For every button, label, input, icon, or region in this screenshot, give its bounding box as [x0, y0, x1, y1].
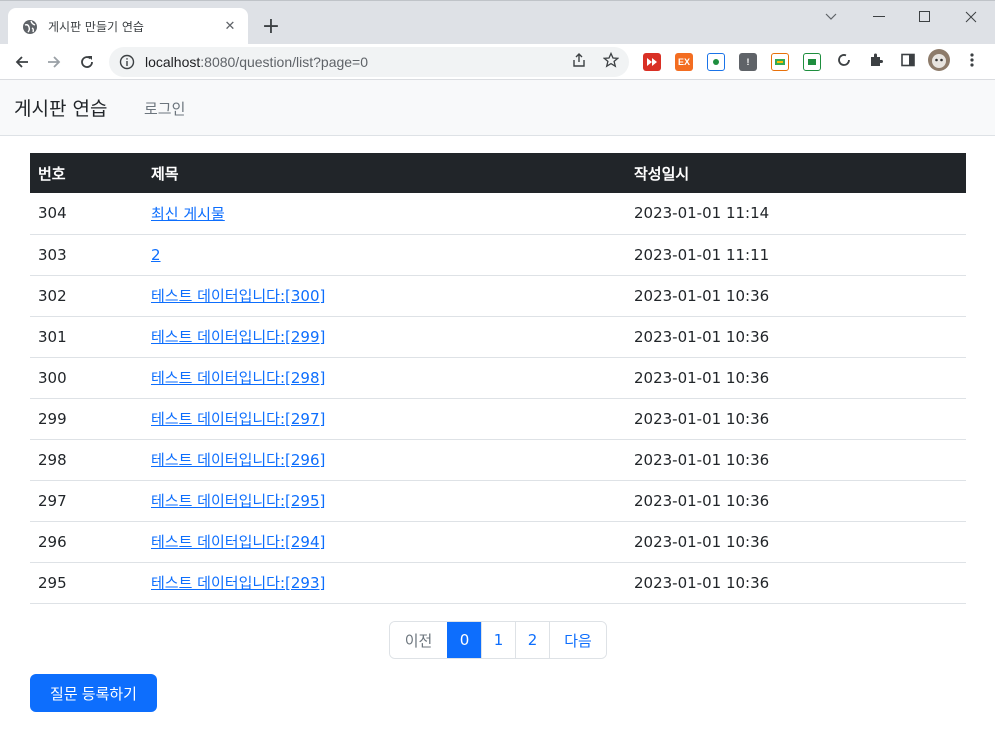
header-date: 작성일시 [634, 164, 690, 183]
row-subject-cell: 테스트 데이터입니다:[296] [143, 439, 626, 481]
extensions-icon[interactable] [867, 51, 885, 69]
row-number: 296 [30, 521, 143, 563]
pagination-page[interactable]: 0 [447, 622, 481, 658]
row-number: 303 [30, 234, 143, 276]
pagination-next[interactable]: 다음 [549, 622, 606, 658]
pagination-page[interactable]: 1 [481, 622, 515, 658]
row-subject-link[interactable]: 테스트 데이터입니다:[299] [151, 328, 325, 346]
plus-icon[interactable]: + [258, 13, 284, 39]
site-navbar: 게시판 연습 로그인 [0, 80, 995, 136]
table-row: 302 테스트 데이터입니다:[300] 2023-01-01 10:36 [30, 275, 966, 317]
ext-blue-icon[interactable] [707, 53, 725, 71]
row-date: 2023-01-01 10:36 [626, 398, 966, 440]
web-page: 게시판 연습 로그인 번호 제목 작성일시 304 최신 게시물 2023-01… [0, 80, 995, 756]
row-date: 2023-01-01 10:36 [626, 316, 966, 358]
reload-icon[interactable] [73, 48, 101, 76]
url-text: localhost:8080/question/list?page=0 [145, 54, 368, 70]
row-date: 2023-01-01 11:14 [626, 193, 966, 235]
table-row: 295 테스트 데이터입니다:[293] 2023-01-01 10:36 [30, 562, 966, 604]
window-close-icon[interactable] [948, 1, 994, 33]
globe-icon [22, 19, 38, 35]
row-subject-link[interactable]: 테스트 데이터입니다:[300] [151, 287, 325, 305]
browser-tabstrip: 게시판 만들기 연습 ✕ + [0, 0, 995, 45]
profile-avatar[interactable] [928, 49, 950, 71]
table-row: 304 최신 게시물 2023-01-01 11:14 [30, 193, 966, 235]
ext-orange-icon[interactable]: EX [675, 53, 693, 71]
table-header-row: 번호 제목 작성일시 [30, 153, 966, 193]
row-subject-link[interactable]: 2 [151, 246, 161, 264]
row-number: 295 [30, 562, 143, 604]
row-subject-link[interactable]: 테스트 데이터입니다:[293] [151, 574, 325, 592]
row-subject-link[interactable]: 테스트 데이터입니다:[297] [151, 410, 325, 428]
row-number: 298 [30, 439, 143, 481]
table-row: 301 테스트 데이터입니다:[299] 2023-01-01 10:36 [30, 316, 966, 358]
row-number: 297 [30, 480, 143, 522]
header-subject: 제목 [151, 164, 179, 183]
reload-circle-icon[interactable] [835, 51, 853, 69]
browser-toolbar: localhost:8080/question/list?page=0 EX ! [0, 44, 995, 80]
row-number: 301 [30, 316, 143, 358]
url-path: :8080/question/list?page=0 [200, 54, 369, 70]
table-row: 296 테스트 데이터입니다:[294] 2023-01-01 10:36 [30, 521, 966, 563]
row-date: 2023-01-01 10:36 [626, 480, 966, 522]
ext-red-icon[interactable] [643, 53, 661, 71]
table-row: 300 테스트 데이터입니다:[298] 2023-01-01 10:36 [30, 357, 966, 399]
row-date: 2023-01-01 10:36 [626, 562, 966, 604]
row-number: 299 [30, 398, 143, 440]
row-subject-cell: 테스트 데이터입니다:[300] [143, 275, 626, 317]
row-number: 300 [30, 357, 143, 399]
minimize-icon[interactable] [856, 1, 902, 33]
pagination: 이전 0 1 2 다음 [389, 621, 607, 659]
question-table: 번호 제목 작성일시 304 최신 게시물 2023-01-01 11:14 3… [30, 153, 966, 604]
close-icon[interactable]: ✕ [222, 19, 238, 35]
row-date: 2023-01-01 10:36 [626, 357, 966, 399]
navbar-brand[interactable]: 게시판 연습 [14, 94, 107, 121]
forward-icon[interactable] [40, 48, 68, 76]
row-subject-link[interactable]: 테스트 데이터입니다:[296] [151, 451, 325, 469]
row-subject-link[interactable]: 테스트 데이터입니다:[294] [151, 533, 325, 551]
row-subject-link[interactable]: 테스트 데이터입니다:[298] [151, 369, 325, 387]
table-row: 303 2 2023-01-01 11:11 [30, 234, 966, 276]
row-subject-cell: 테스트 데이터입니다:[294] [143, 521, 626, 563]
row-date: 2023-01-01 10:36 [626, 439, 966, 481]
ext-dark-icon[interactable]: ! [739, 53, 757, 71]
menu-icon[interactable] [963, 51, 981, 69]
header-number: 번호 [38, 164, 66, 183]
row-date: 2023-01-01 11:11 [626, 234, 966, 276]
create-question-button[interactable]: 질문 등록하기 [30, 674, 157, 712]
info-icon[interactable] [119, 54, 135, 70]
browser-tab[interactable]: 게시판 만들기 연습 ✕ [8, 8, 248, 45]
pagination-page[interactable]: 2 [515, 622, 549, 658]
pagination-prev[interactable]: 이전 [390, 622, 447, 658]
row-subject-link[interactable]: 테스트 데이터입니다:[295] [151, 492, 325, 510]
table-row: 297 테스트 데이터입니다:[295] 2023-01-01 10:36 [30, 480, 966, 522]
row-subject-cell: 최신 게시물 [143, 193, 626, 235]
row-subject-cell: 테스트 데이터입니다:[298] [143, 357, 626, 399]
row-subject-cell: 2 [143, 234, 626, 276]
row-date: 2023-01-01 10:36 [626, 275, 966, 317]
row-subject-cell: 테스트 데이터입니다:[299] [143, 316, 626, 358]
tab-title: 게시판 만들기 연습 [48, 20, 144, 34]
star-icon[interactable] [602, 51, 620, 69]
row-subject-cell: 테스트 데이터입니다:[293] [143, 562, 626, 604]
table-row: 298 테스트 데이터입니다:[296] 2023-01-01 10:36 [30, 439, 966, 481]
row-subject-link[interactable]: 최신 게시물 [151, 205, 225, 223]
url-host: localhost [145, 54, 201, 70]
ext-green-icon[interactable] [803, 53, 821, 71]
chevron-down-icon[interactable] [808, 1, 854, 33]
maximize-icon[interactable] [902, 1, 948, 33]
row-number: 304 [30, 193, 143, 235]
login-link[interactable]: 로그인 [144, 98, 185, 119]
table-row: 299 테스트 데이터입니다:[297] 2023-01-01 10:36 [30, 398, 966, 440]
ext-multi-icon[interactable] [771, 53, 789, 71]
back-icon[interactable] [8, 48, 36, 76]
share-icon[interactable] [570, 51, 588, 69]
address-bar[interactable]: localhost:8080/question/list?page=0 [109, 47, 629, 77]
row-number: 302 [30, 275, 143, 317]
row-date: 2023-01-01 10:36 [626, 521, 966, 563]
sidepanel-icon[interactable] [899, 51, 917, 69]
row-subject-cell: 테스트 데이터입니다:[295] [143, 480, 626, 522]
row-subject-cell: 테스트 데이터입니다:[297] [143, 398, 626, 440]
